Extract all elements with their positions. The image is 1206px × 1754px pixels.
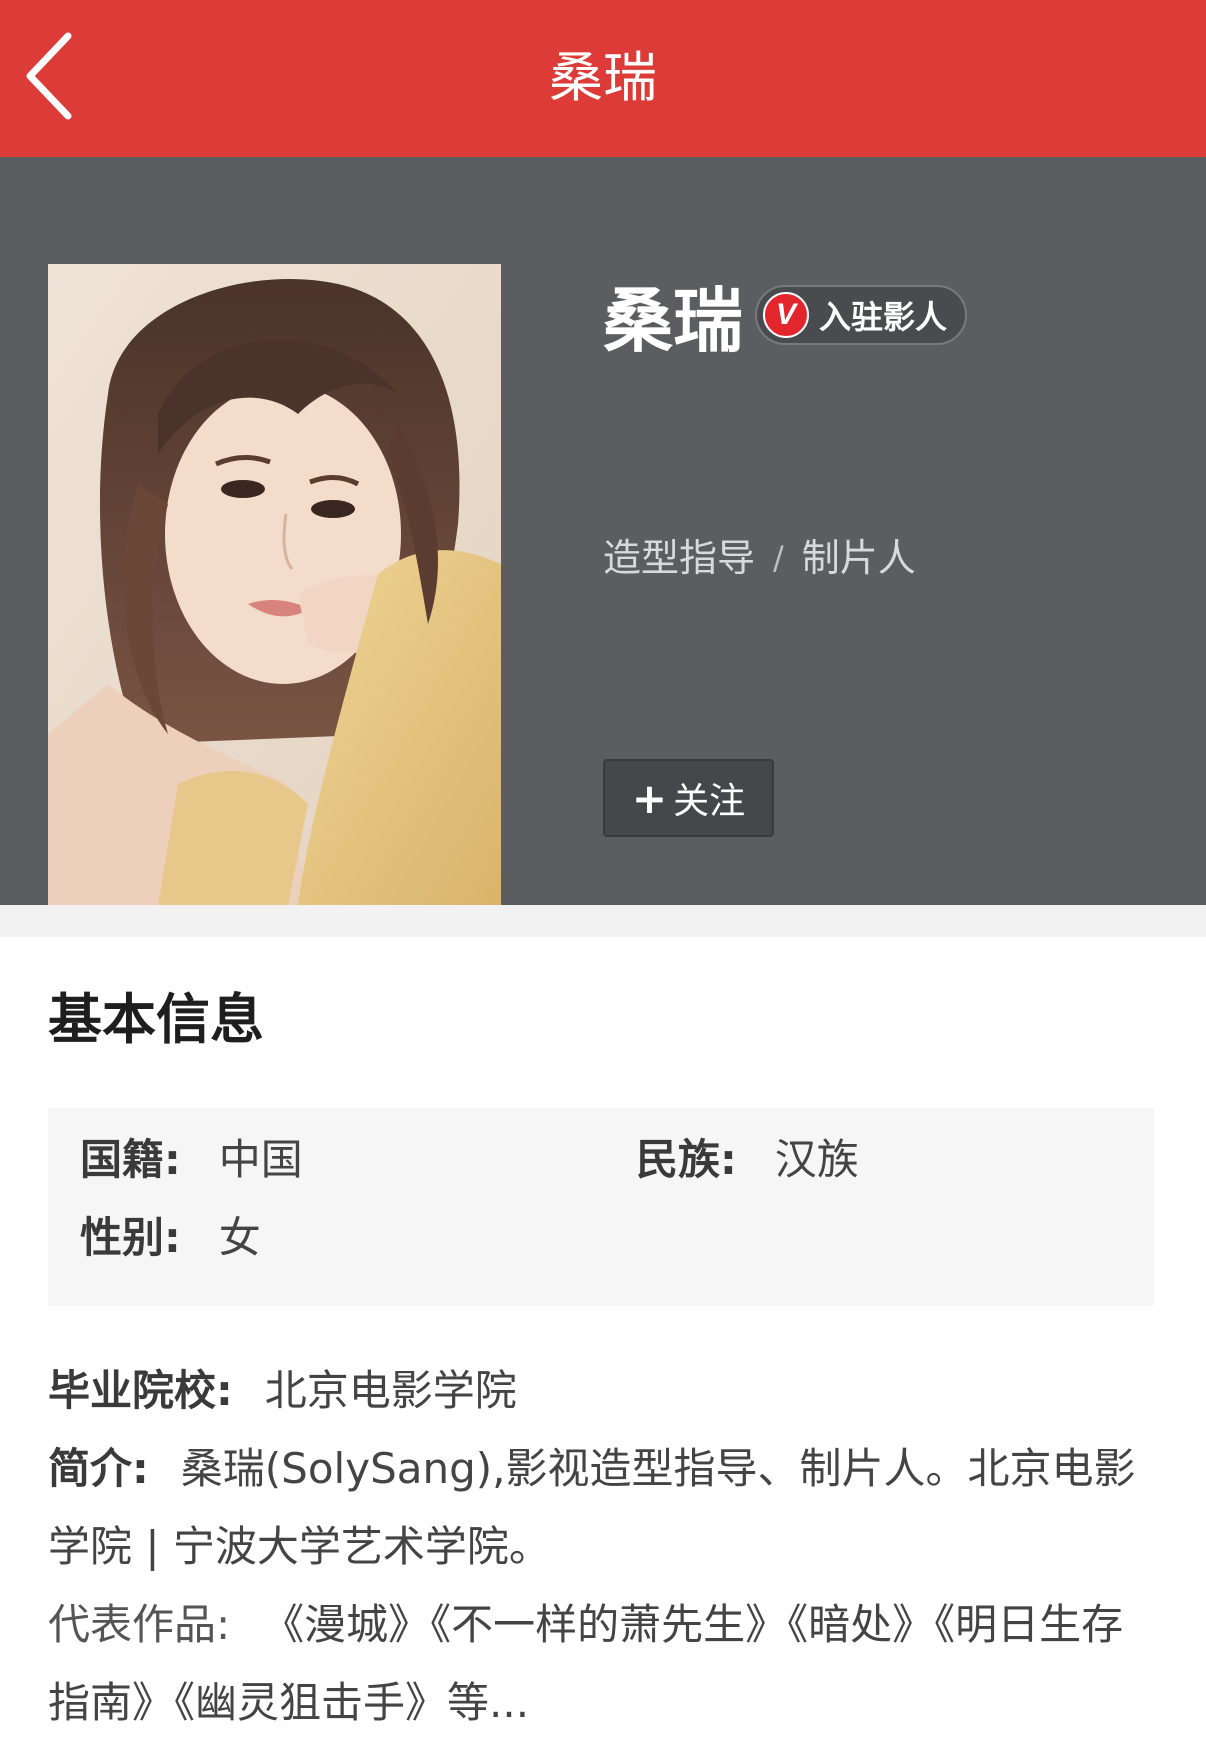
role-item: 造型指导 <box>603 536 756 580</box>
info-label: 性别: <box>80 1213 181 1262</box>
role-item: 制片人 <box>801 536 916 580</box>
profile-photo[interactable] <box>48 264 501 905</box>
info-value: 汉族 <box>774 1135 859 1184</box>
top-nav-bar: 桑瑞 <box>0 0 1206 157</box>
plus-icon: + <box>631 773 668 823</box>
portrait-image <box>48 264 501 905</box>
info-ethnicity: 民族: 汉族 <box>636 1134 859 1186</box>
follow-button[interactable]: + 关注 <box>603 759 774 837</box>
profile-name: 桑瑞 <box>603 280 743 362</box>
detail-label: 毕业院校: <box>48 1366 233 1415</box>
page-title: 桑瑞 <box>549 46 657 109</box>
verified-badge-label: 入驻影人 <box>819 298 948 336</box>
verified-badge[interactable]: V 入驻影人 <box>755 285 967 345</box>
profile-header: 桑瑞 V 入驻影人 造型指导 / 制片人 + 关注 <box>0 157 1206 905</box>
info-value: 女 <box>218 1213 261 1262</box>
detail-label: 简介: <box>48 1444 149 1493</box>
profile-roles: 造型指导 / 制片人 <box>603 535 916 581</box>
detail-works: 代表作品: 《漫城》《不一样的萧先生》《暗处》《明日生存指南》《幽灵狙击手》等..… <box>48 1586 1158 1742</box>
detail-label: 代表作品: <box>48 1600 231 1649</box>
follow-button-label: 关注 <box>673 781 746 822</box>
detail-value: 桑瑞(SolySang),影视造型指导、制片人。北京电影学院 | 宁波大学艺术学… <box>48 1444 1136 1571</box>
basic-info-title: 基本信息 <box>48 988 264 1051</box>
basic-info-box: 国籍: 中国 民族: 汉族 性别: 女 <box>48 1108 1154 1306</box>
detail-intro: 简介: 桑瑞(SolySang),影视造型指导、制片人。北京电影学院 | 宁波大学… <box>48 1430 1158 1586</box>
info-nationality: 国籍: 中国 <box>80 1134 303 1186</box>
detail-value: 北京电影学院 <box>264 1366 517 1415</box>
info-gender: 性别: 女 <box>80 1212 261 1264</box>
verified-v-icon: V <box>763 292 809 338</box>
role-separator: / <box>773 539 784 577</box>
info-value: 中国 <box>218 1135 303 1184</box>
info-label: 国籍: <box>80 1135 181 1184</box>
section-divider <box>0 905 1206 937</box>
info-label: 民族: <box>636 1135 737 1184</box>
detail-school: 毕业院校: 北京电影学院 <box>48 1352 1158 1430</box>
